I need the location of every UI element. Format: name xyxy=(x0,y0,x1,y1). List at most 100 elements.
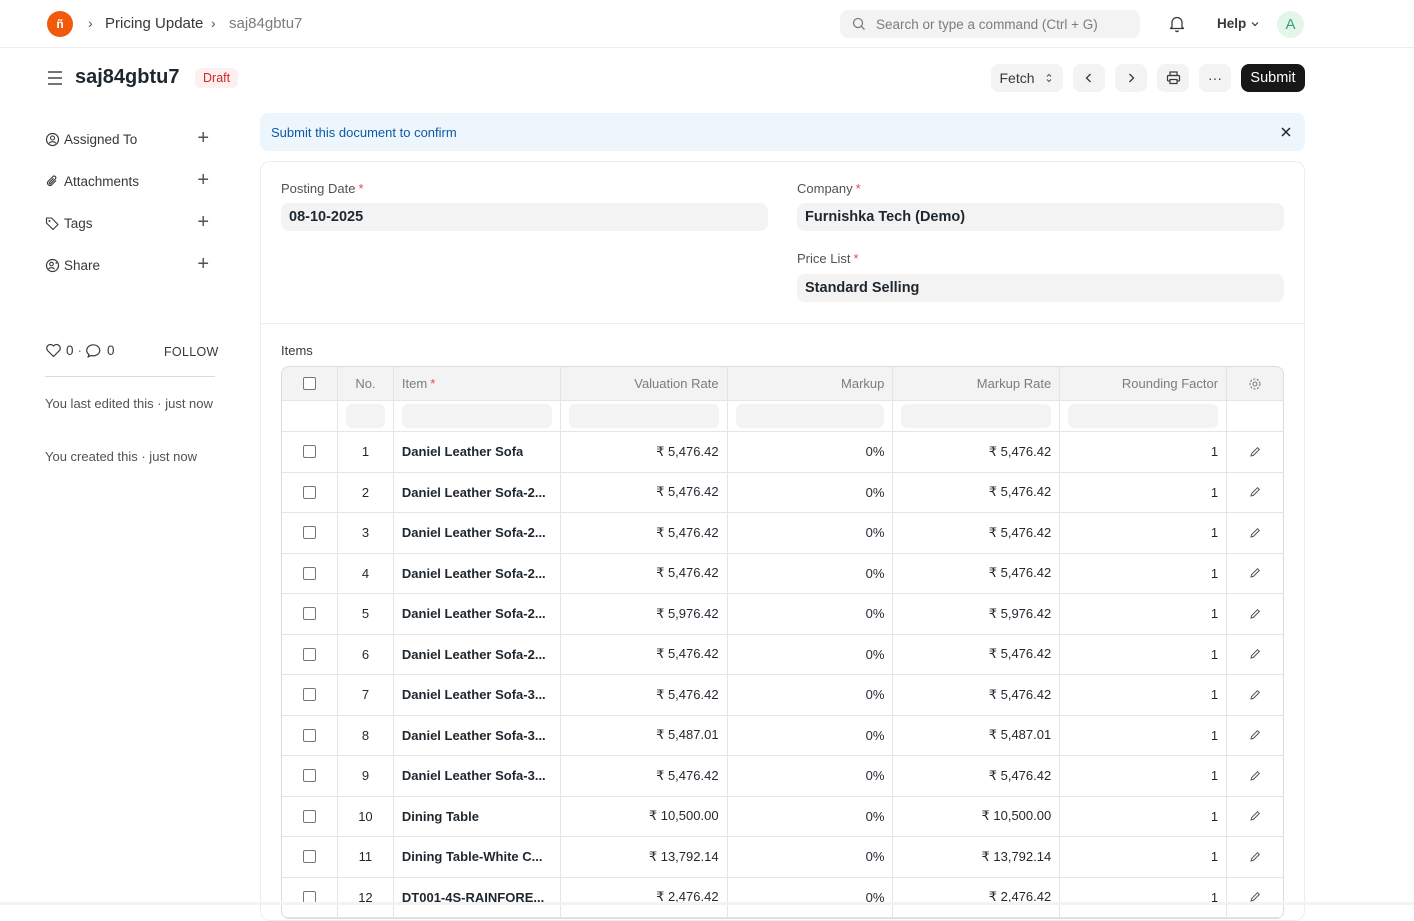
col-settings[interactable] xyxy=(1227,367,1283,400)
pencil-icon[interactable] xyxy=(1249,567,1261,579)
row-rounding-factor[interactable]: 1 xyxy=(1060,513,1228,553)
col-item[interactable]: Item * xyxy=(394,367,561,400)
app-logo[interactable]: ñ xyxy=(47,11,73,37)
row-valuation-rate[interactable]: ₹ 5,476.42 xyxy=(561,756,728,796)
row-rounding-factor[interactable]: 1 xyxy=(1060,472,1228,512)
row-item-cell[interactable]: Daniel Leather Sofa-3... xyxy=(394,715,561,755)
pencil-icon[interactable] xyxy=(1249,729,1261,741)
row-markup-rate[interactable]: ₹ 5,976.42 xyxy=(893,594,1061,634)
follow-button[interactable]: FOLLOW xyxy=(164,345,219,359)
posting-date-field[interactable]: 08-10-2025 xyxy=(281,203,768,231)
row-rounding-factor[interactable]: 1 xyxy=(1060,675,1228,715)
col-rounding-factor[interactable]: Rounding Factor xyxy=(1060,367,1228,400)
help-dropdown[interactable]: Help xyxy=(1217,16,1260,31)
row-markup[interactable]: 0% xyxy=(728,432,894,472)
table-row[interactable]: 5 Daniel Leather Sofa-2... ₹ 5,976.42 0% ₹ 5… xyxy=(282,594,1283,635)
pencil-icon[interactable] xyxy=(1249,486,1261,498)
pencil-icon[interactable] xyxy=(1249,851,1261,863)
row-markup[interactable]: 0% xyxy=(728,513,894,553)
row-markup-rate[interactable]: ₹ 5,476.42 xyxy=(893,513,1061,553)
filter-markup-input[interactable] xyxy=(735,404,885,428)
table-row[interactable]: 6 Daniel Leather Sofa-2... ₹ 5,476.42 0% ₹ 5… xyxy=(282,634,1283,675)
row-markup[interactable]: 0% xyxy=(728,756,894,796)
row-rounding-factor[interactable]: 1 xyxy=(1060,634,1228,674)
sidebar-item-tags[interactable]: Tags + xyxy=(45,212,215,233)
row-item-cell[interactable]: Dining Table-White C... xyxy=(394,837,561,877)
price-list-field[interactable]: Standard Selling xyxy=(797,274,1284,302)
row-item-cell[interactable]: Daniel Leather Sofa-3... xyxy=(394,756,561,796)
row-markup[interactable]: 0% xyxy=(728,675,894,715)
row-markup-rate[interactable]: ₹ 5,476.42 xyxy=(893,634,1061,674)
row-valuation-rate[interactable]: ₹ 5,476.42 xyxy=(561,675,728,715)
pencil-icon[interactable] xyxy=(1249,608,1261,620)
row-markup[interactable]: 0% xyxy=(728,634,894,674)
row-item-cell[interactable]: Daniel Leather Sofa-2... xyxy=(394,594,561,634)
row-markup-rate[interactable]: ₹ 5,476.42 xyxy=(893,553,1061,593)
previous-doc-button[interactable] xyxy=(1073,64,1105,92)
row-rounding-factor[interactable]: 1 xyxy=(1060,432,1228,472)
row-valuation-rate[interactable]: ₹ 5,976.42 xyxy=(561,594,728,634)
bell-icon[interactable] xyxy=(1168,14,1186,34)
table-row[interactable]: 4 Daniel Leather Sofa-2... ₹ 5,476.42 0% ₹ 5… xyxy=(282,553,1283,594)
row-markup[interactable]: 0% xyxy=(728,837,894,877)
plus-icon[interactable]: + xyxy=(197,212,209,232)
row-item-cell[interactable]: Daniel Leather Sofa xyxy=(394,432,561,472)
row-markup[interactable]: 0% xyxy=(728,594,894,634)
breadcrumb-current-doc[interactable]: saj84gbtu7 xyxy=(229,15,302,32)
more-actions-button[interactable]: ··· xyxy=(1199,64,1231,92)
pencil-icon[interactable] xyxy=(1249,770,1261,782)
row-valuation-rate[interactable]: ₹ 5,476.42 xyxy=(561,634,728,674)
avatar[interactable]: A xyxy=(1277,11,1304,38)
pencil-icon[interactable] xyxy=(1249,527,1261,539)
filter-item-input[interactable] xyxy=(401,404,552,428)
col-markup-rate[interactable]: Markup Rate xyxy=(893,367,1061,400)
sidebar-item-assigned-to[interactable]: Assigned To + xyxy=(45,128,215,149)
row-markup-rate[interactable]: ₹ 13,792.14 xyxy=(893,837,1061,877)
plus-icon[interactable]: + xyxy=(197,170,209,190)
print-button[interactable] xyxy=(1157,64,1189,92)
submit-button[interactable]: Submit xyxy=(1241,64,1305,92)
row-item-cell[interactable]: Daniel Leather Sofa-2... xyxy=(394,634,561,674)
table-row[interactable]: 2 Daniel Leather Sofa-2... ₹ 5,476.42 0% ₹ 5… xyxy=(282,472,1283,513)
row-checkbox[interactable] xyxy=(302,445,316,459)
gear-icon[interactable] xyxy=(1248,377,1262,391)
next-doc-button[interactable] xyxy=(1115,64,1147,92)
table-row[interactable]: 3 Daniel Leather Sofa-2... ₹ 5,476.42 0% ₹ 5… xyxy=(282,513,1283,554)
row-checkbox[interactable] xyxy=(302,769,316,783)
row-markup[interactable]: 0% xyxy=(728,472,894,512)
row-checkbox[interactable] xyxy=(302,485,316,499)
row-markup-rate[interactable]: ₹ 2,476.42 xyxy=(893,877,1061,917)
close-icon[interactable] xyxy=(1277,123,1295,141)
row-markup-rate[interactable]: ₹ 10,500.00 xyxy=(893,796,1061,836)
row-checkbox[interactable] xyxy=(302,647,316,661)
row-markup[interactable]: 0% xyxy=(728,796,894,836)
table-row[interactable]: 1 Daniel Leather Sofa ₹ 5,476.42 0% ₹ 5,476.… xyxy=(282,432,1283,473)
fetch-dropdown-button[interactable]: Fetch xyxy=(991,64,1063,92)
row-valuation-rate[interactable]: ₹ 2,476.42 xyxy=(561,877,728,917)
row-markup[interactable]: 0% xyxy=(728,553,894,593)
row-checkbox[interactable] xyxy=(302,688,316,702)
row-checkbox[interactable] xyxy=(302,850,316,864)
row-item-cell[interactable]: Dining Table xyxy=(394,796,561,836)
row-markup-rate[interactable]: ₹ 5,476.42 xyxy=(893,432,1061,472)
row-valuation-rate[interactable]: ₹ 5,476.42 xyxy=(561,472,728,512)
heart-icon[interactable] xyxy=(45,343,62,358)
col-markup[interactable]: Markup xyxy=(728,367,894,400)
row-rounding-factor[interactable]: 1 xyxy=(1060,837,1228,877)
table-row[interactable]: 7 Daniel Leather Sofa-3... ₹ 5,476.42 0% ₹ 5… xyxy=(282,675,1283,716)
pencil-icon[interactable] xyxy=(1249,446,1261,458)
table-row[interactable]: 9 Daniel Leather Sofa-3... ₹ 5,476.42 0% ₹ 5… xyxy=(282,756,1283,797)
pencil-icon[interactable] xyxy=(1249,648,1261,660)
col-valuation-rate[interactable]: Valuation Rate xyxy=(561,367,728,400)
row-checkbox[interactable] xyxy=(302,809,316,823)
table-row[interactable]: 11 Dining Table-White C... ₹ 13,792.14 0% ₹ … xyxy=(282,837,1283,878)
sidebar-item-attachments[interactable]: Attachments + xyxy=(45,170,215,191)
select-all-checkbox[interactable] xyxy=(302,377,316,390)
row-markup-rate[interactable]: ₹ 5,476.42 xyxy=(893,472,1061,512)
row-rounding-factor[interactable]: 1 xyxy=(1060,594,1228,634)
company-field[interactable]: Furnishka Tech (Demo) xyxy=(797,203,1284,231)
row-markup[interactable]: 0% xyxy=(728,877,894,917)
filter-markup-rate-input[interactable] xyxy=(901,404,1052,428)
row-item-cell[interactable]: Daniel Leather Sofa-2... xyxy=(394,513,561,553)
plus-icon[interactable]: + xyxy=(197,254,209,274)
